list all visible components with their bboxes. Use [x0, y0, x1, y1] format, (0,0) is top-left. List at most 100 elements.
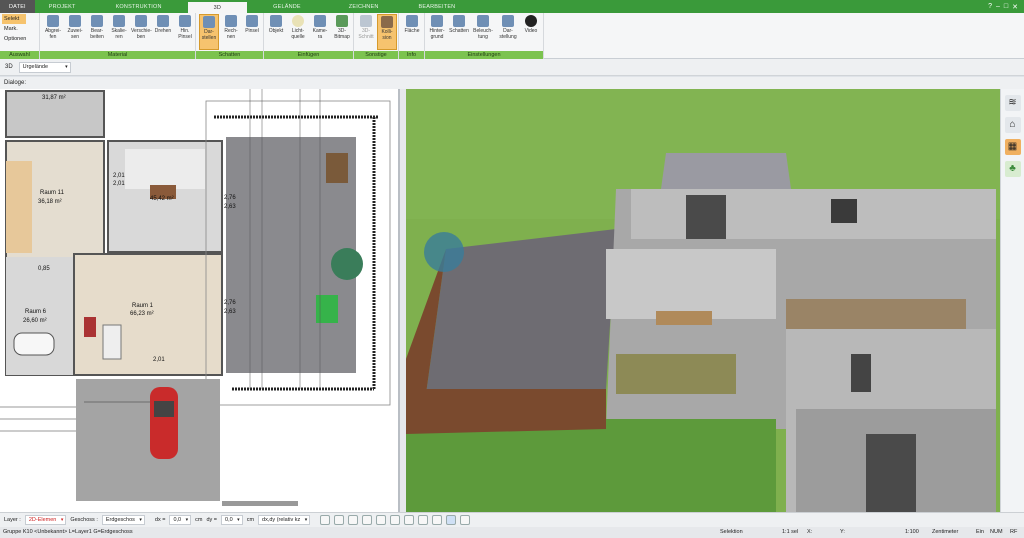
group-label: Schatten — [196, 51, 263, 59]
dialog-bar: Dialoge: — [0, 77, 1024, 89]
dimension-label: 2,63 — [224, 309, 236, 315]
rotate-icon — [157, 15, 169, 27]
minimize-icon[interactable]: – — [996, 3, 1000, 10]
clock-icon[interactable] — [320, 515, 331, 525]
tree-icon[interactable]: ♣ — [1004, 161, 1021, 177]
layer-icon[interactable] — [404, 515, 415, 525]
video-button[interactable]: Video — [521, 14, 541, 50]
material-icon[interactable]: ▦ — [1004, 139, 1021, 155]
geschoss-dropdown[interactable]: Erdgeschos — [101, 515, 145, 525]
angle-icon[interactable] — [362, 515, 373, 525]
snap-icon[interactable] — [334, 515, 345, 525]
group-label: Sonstige — [354, 51, 398, 59]
settings-icon[interactable] — [460, 515, 471, 525]
status-group: Gruppe K10 <Unbekannt> L=Layer1 G=Erdges… — [3, 529, 133, 535]
mark-button[interactable]: Mark. — [2, 24, 26, 34]
lichtquelle-button[interactable]: Licht- quelle — [288, 14, 308, 50]
edit-icon — [91, 15, 103, 27]
measure-icon[interactable] — [390, 515, 401, 525]
room-name: Raum 1 — [132, 303, 154, 309]
relative-dropdown[interactable]: dx,dy (relativ kz — [258, 515, 311, 525]
dimension-label: 2,76 — [224, 300, 236, 306]
group-info: Fläche Info — [399, 13, 425, 59]
layer-label: Layer : — [4, 517, 21, 523]
tree-icon — [336, 15, 348, 27]
tab-bearbeiten[interactable]: BEARBEITEN — [401, 0, 474, 13]
terrain-dropdown[interactable]: Urgelände — [18, 61, 71, 73]
help-icon[interactable]: ? — [988, 3, 992, 10]
dx-unit: cm — [195, 517, 203, 523]
dy-input[interactable]: 0,0 — [221, 515, 243, 525]
abgreifen-button[interactable]: Abgrei- fen — [43, 14, 63, 50]
schatten-button[interactable]: Schatten — [449, 14, 469, 50]
room-area: 45,42 m² — [150, 196, 174, 202]
beleuchtung-button[interactable]: Beleuch- tung — [473, 14, 493, 50]
tab-zeichnen[interactable]: ZEICHNEN — [327, 0, 401, 13]
layer-dropdown[interactable]: 2D-Elemen — [24, 515, 67, 525]
geschoss-label: Geschoss : — [70, 517, 98, 523]
rechnen-button[interactable]: Rech- nen — [221, 14, 241, 50]
dimension-label: 2,01 — [113, 173, 125, 179]
eyedropper-icon — [47, 15, 59, 27]
schnitt3d-button[interactable]: 3D- Schnitt — [356, 14, 376, 50]
tab-projekt[interactable]: PROJEKT — [35, 0, 90, 13]
tab-gelaende[interactable]: GELÄNDE — [247, 0, 327, 13]
tab-konstruktion[interactable]: KONSTRUKTION — [90, 0, 188, 13]
bitmap3d-button[interactable]: 3D- Bitmap — [332, 14, 352, 50]
group-label: Auswahl — [0, 51, 39, 59]
status-num: NUM — [990, 529, 1003, 535]
options-button[interactable]: Optionen — [2, 34, 26, 44]
collision-icon — [381, 16, 393, 28]
group-einfuegen: Objekt Licht- quelle Kame- ra 3D- Bitmap… — [264, 13, 354, 59]
darstellen-button[interactable]: Dar- stellen — [199, 14, 219, 50]
group-label: Einstellungen — [425, 51, 543, 59]
zuweisen-button[interactable]: Zuwei- sen — [65, 14, 85, 50]
verschieben-button[interactable]: Verschie- ben — [131, 14, 152, 50]
play-icon — [525, 15, 537, 27]
dx-input[interactable]: 0,0 — [169, 515, 192, 525]
grid-icon[interactable] — [348, 515, 359, 525]
skalieren-button[interactable]: Skalie- ren — [109, 14, 129, 50]
view-toolbar: 3D Urgelände — [0, 59, 1024, 76]
fill-icon[interactable] — [432, 515, 443, 525]
hinpinsel-button[interactable]: Hin. Pinsel — [175, 14, 195, 50]
floor-plan-drawing — [0, 89, 398, 512]
pinsel-button[interactable]: Pinsel — [242, 14, 262, 50]
chair-icon — [270, 15, 282, 27]
tab-3d[interactable]: 3D — [187, 0, 248, 13]
kamera-button[interactable]: Kame- ra — [310, 14, 330, 50]
flaeche-button[interactable]: Fläche — [402, 14, 422, 50]
scale-icon — [113, 15, 125, 27]
kollision-button[interactable]: Kolli- sion — [377, 14, 397, 50]
group-schatten: Dar- stellen Rech- nen Pinsel Schatten — [196, 13, 264, 59]
maximize-icon[interactable]: □ — [1004, 3, 1008, 10]
room-area: 36,18 m² — [38, 199, 62, 205]
hintergrund-button[interactable]: Hinter- grund — [427, 14, 447, 50]
background-icon — [431, 15, 443, 27]
status-bar: Gruppe K10 <Unbekannt> L=Layer1 G=Erdges… — [0, 527, 1024, 538]
chair-icon[interactable]: ⌂ — [1004, 117, 1021, 133]
camera-icon — [314, 15, 326, 27]
drehen-button[interactable]: Drehen — [153, 14, 173, 50]
group-label: Einfügen — [264, 51, 353, 59]
3d-view[interactable] — [406, 89, 1000, 512]
status-zoom: 1:100 — [905, 529, 919, 535]
objekt-button[interactable]: Objekt — [266, 14, 286, 50]
3d-scene — [406, 89, 1000, 512]
tab-datei[interactable]: DATEI — [0, 0, 35, 13]
dimension-label: 2,76 — [224, 195, 236, 201]
ortho-icon[interactable] — [376, 515, 387, 525]
select-button[interactable]: Selekt — [2, 14, 27, 24]
room-name: Raum 6 — [25, 309, 47, 315]
layers-icon[interactable]: ≋ — [1004, 95, 1021, 111]
group-material: Abgrei- fen Zuwei- sen Bear- beiten Skal… — [40, 13, 196, 59]
close-icon[interactable]: ✕ — [1012, 3, 1018, 11]
darstellung-button[interactable]: Dar- stellung — [498, 14, 518, 50]
bearbeiten-button[interactable]: Bear- beiten — [87, 14, 107, 50]
properties-bar: Layer : 2D-Elemen Geschoss : Erdgeschos … — [0, 512, 1024, 527]
lightbulb-icon — [292, 15, 304, 27]
magnet-icon[interactable] — [446, 515, 457, 525]
wall-icon[interactable] — [418, 515, 429, 525]
group-auswahl: Selekt Mark. Optionen Auswahl — [0, 13, 40, 59]
floor-plan-view[interactable]: 31,87 m² Raum 11 36,18 m² 45,42 m² Raum … — [0, 89, 400, 512]
